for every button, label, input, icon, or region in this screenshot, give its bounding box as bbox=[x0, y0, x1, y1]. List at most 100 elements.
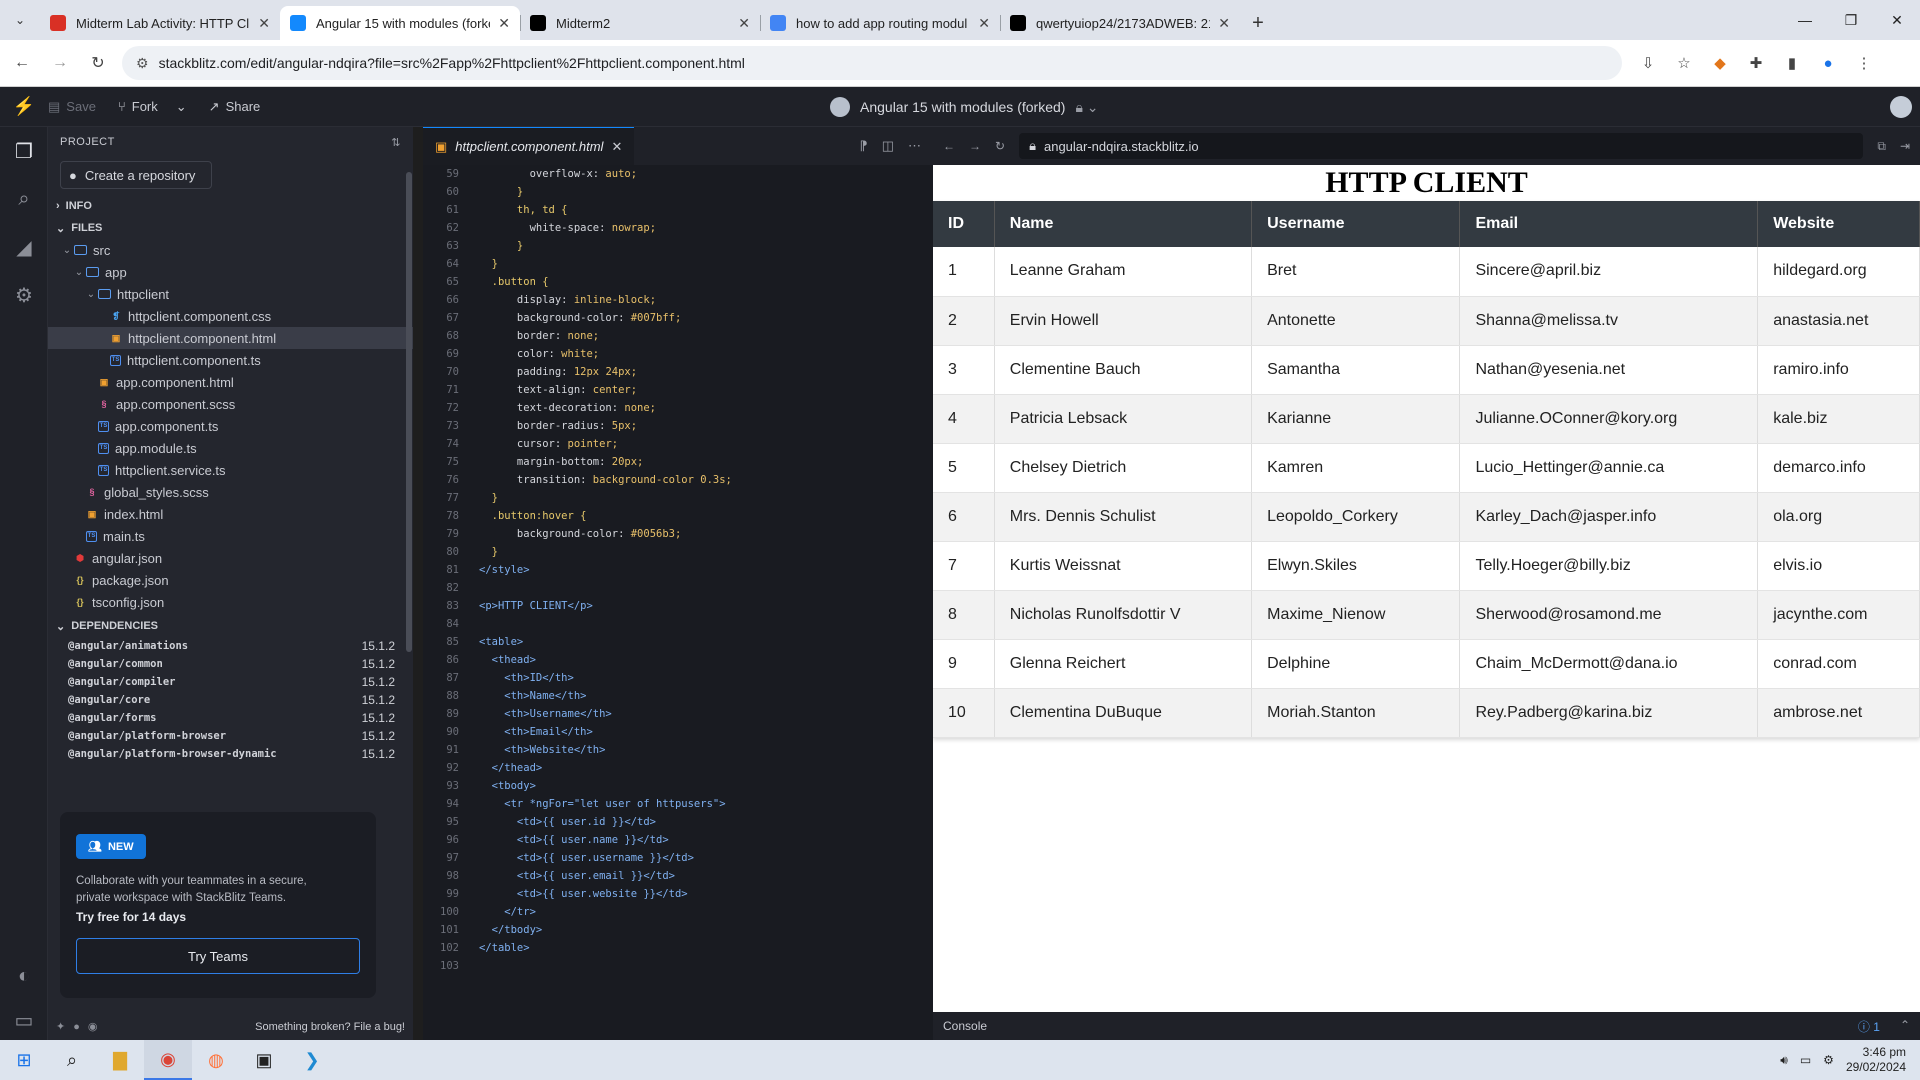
firefox-icon[interactable]: ◍ bbox=[192, 1040, 240, 1080]
fork-button[interactable]: ⑂ Fork ⌄ bbox=[118, 99, 187, 115]
preview-url-field[interactable]: 🔒︎ angular-ndqira.stackblitz.io bbox=[1019, 133, 1864, 159]
settings-tray-icon[interactable]: ⚙ bbox=[1823, 1053, 1834, 1067]
cloud-sync-icon[interactable]: ⇅ bbox=[391, 136, 401, 149]
tree-file[interactable]: § app.component.scss bbox=[48, 393, 413, 415]
theme-toggle-icon[interactable]: ◐ bbox=[0, 952, 48, 1000]
dependency-item[interactable]: @angular/common 15.1.2 bbox=[48, 655, 413, 673]
stackblitz-logo-icon[interactable]: ⚡ bbox=[0, 96, 48, 117]
tree-file[interactable]: ▣ app.component.html bbox=[48, 371, 413, 393]
deploy-icon[interactable]: ◢ bbox=[0, 223, 48, 271]
tree-file[interactable]: TS httpclient.component.ts bbox=[48, 349, 413, 371]
profile-avatar-icon[interactable]: ● bbox=[1816, 51, 1840, 75]
bookmark-star-icon[interactable]: ☆ bbox=[1672, 51, 1696, 75]
metamask-extension-icon[interactable]: ◆ bbox=[1708, 51, 1732, 75]
chrome-icon[interactable]: ◉ bbox=[144, 1040, 192, 1080]
share-button[interactable]: ↗ Share bbox=[209, 99, 261, 115]
network-icon[interactable]: ▭ bbox=[1800, 1053, 1811, 1067]
layout-panel-icon[interactable]: ▭ bbox=[0, 1000, 48, 1040]
preview-back-icon[interactable]: ← bbox=[943, 139, 955, 153]
close-tab-icon[interactable]: ✕ bbox=[258, 15, 270, 32]
tab-search-button[interactable]: ⌄ bbox=[0, 0, 40, 40]
github-footer-icon[interactable]: ● bbox=[73, 1021, 80, 1033]
expand-console-icon[interactable]: ⌃ bbox=[1900, 1018, 1910, 1035]
tree-file[interactable]: {} tsconfig.json bbox=[48, 591, 413, 613]
dependency-item[interactable]: @angular/platform-browser 15.1.2 bbox=[48, 727, 413, 745]
reload-button[interactable]: ↻ bbox=[82, 47, 114, 79]
tree-file[interactable]: TS httpclient.service.ts bbox=[48, 459, 413, 481]
console-bar[interactable]: Console ⓘ 1 ⌃ bbox=[933, 1012, 1920, 1040]
dependencies-section-toggle[interactable]: ⌄ DEPENDENCIES bbox=[48, 615, 413, 637]
tree-file[interactable]: TS main.ts bbox=[48, 525, 413, 547]
browser-tab[interactable]: Angular 15 with modules (forke ✕ bbox=[280, 6, 520, 40]
windows-start-icon[interactable]: ⊞ bbox=[0, 1040, 48, 1080]
split-editor-icon[interactable]: ◫ bbox=[882, 138, 894, 154]
tree-file[interactable]: TS app.module.ts bbox=[48, 437, 413, 459]
tree-file[interactable]: ❡ httpclient.component.css bbox=[48, 305, 413, 327]
dependency-item[interactable]: @angular/platform-browser-dynamic 15.1.2 bbox=[48, 745, 413, 763]
file-explorer-icon[interactable]: ▇ bbox=[96, 1040, 144, 1080]
more-actions-icon[interactable]: ⋯ bbox=[908, 138, 921, 154]
install-app-icon[interactable]: ⇩ bbox=[1636, 51, 1660, 75]
restore-button[interactable]: ❐ bbox=[1828, 0, 1874, 40]
twitter-icon[interactable]: ✦ bbox=[56, 1020, 65, 1033]
sidebar-scrollbar[interactable] bbox=[405, 172, 413, 792]
collapse-preview-icon[interactable]: ⇥ bbox=[1900, 139, 1910, 153]
close-tab-icon[interactable]: ✕ bbox=[978, 15, 990, 32]
code-editor[interactable]: 59 overflow-x: auto; 60 } 61 th, td {62 wh… bbox=[423, 165, 933, 1040]
vscode-icon[interactable]: ❯ bbox=[288, 1040, 336, 1080]
open-in-new-window-icon[interactable]: ⧉ bbox=[1877, 139, 1886, 154]
search-icon[interactable]: ⌕ bbox=[0, 175, 48, 223]
tree-file[interactable]: {} package.json bbox=[48, 569, 413, 591]
info-section-toggle[interactable]: › INFO bbox=[48, 195, 413, 217]
close-window-button[interactable]: ✕ bbox=[1874, 0, 1920, 40]
terminal-icon[interactable]: ▣ bbox=[240, 1040, 288, 1080]
site-info-icon[interactable]: ⚙ bbox=[136, 55, 149, 72]
dependency-item[interactable]: @angular/forms 15.1.2 bbox=[48, 709, 413, 727]
save-button[interactable]: ▤ Save bbox=[48, 99, 96, 115]
url-field[interactable]: ⚙ stackblitz.com/edit/angular-ndqira?fil… bbox=[122, 46, 1622, 80]
settings-gear-icon[interactable]: ⚙ bbox=[0, 271, 48, 319]
close-tab-icon[interactable]: ✕ bbox=[738, 15, 750, 32]
tree-file[interactable]: § global_styles.scss bbox=[48, 481, 413, 503]
user-avatar[interactable] bbox=[1890, 96, 1912, 118]
browser-tab[interactable]: Midterm2 ✕ bbox=[520, 6, 760, 40]
minimize-button[interactable]: — bbox=[1782, 0, 1828, 40]
try-teams-button[interactable]: Try Teams bbox=[76, 938, 360, 975]
tree-file[interactable]: ⬢ angular.json bbox=[48, 547, 413, 569]
lock-icon[interactable]: 🔒︎ ⌄ bbox=[1075, 99, 1098, 116]
browser-tab[interactable]: how to add app routing modul ✕ bbox=[760, 6, 1000, 40]
format-icon[interactable]: ⁋ bbox=[859, 138, 867, 154]
preview-forward-icon[interactable]: → bbox=[969, 139, 981, 153]
close-tab-icon[interactable]: ✕ bbox=[1218, 15, 1230, 32]
browser-menu-icon[interactable]: ⋮ bbox=[1852, 51, 1876, 75]
tree-file[interactable]: TS app.component.ts bbox=[48, 415, 413, 437]
search-taskbar-icon[interactable]: ⌕ bbox=[48, 1040, 96, 1080]
project-title-area[interactable]: Angular 15 with modules (forked) 🔒︎ ⌄ bbox=[830, 87, 1099, 127]
dependency-item[interactable]: @angular/core 15.1.2 bbox=[48, 691, 413, 709]
forward-button[interactable]: → bbox=[44, 47, 76, 79]
fork-dropdown-chevron-icon[interactable]: ⌄ bbox=[176, 99, 187, 115]
discord-icon[interactable]: ◉ bbox=[88, 1020, 98, 1033]
browser-tab[interactable]: Midterm Lab Activity: HTTP Clie ✕ bbox=[40, 6, 280, 40]
close-tab-icon[interactable]: ✕ bbox=[498, 15, 510, 32]
new-tab-button[interactable]: + bbox=[1240, 6, 1276, 40]
console-count[interactable]: ⓘ 1 ⌃ bbox=[1858, 1018, 1910, 1035]
sidebar-scroll-thumb[interactable] bbox=[406, 172, 412, 652]
close-tab-icon[interactable]: ✕ bbox=[611, 139, 622, 155]
side-panel-icon[interactable]: ▮ bbox=[1780, 51, 1804, 75]
browser-tab[interactable]: qwertyuiop24/2173ADWEB: 217 ✕ bbox=[1000, 6, 1240, 40]
files-explorer-icon[interactable]: ❐ bbox=[0, 127, 48, 175]
back-button[interactable]: ← bbox=[6, 47, 38, 79]
tree-folder[interactable]: ⌄ src bbox=[48, 239, 413, 261]
tree-folder[interactable]: ⌄ httpclient bbox=[48, 283, 413, 305]
tree-folder[interactable]: ⌄ app bbox=[48, 261, 413, 283]
preview-reload-icon[interactable]: ↻ bbox=[995, 139, 1005, 153]
extensions-puzzle-icon[interactable]: ✚ bbox=[1744, 51, 1768, 75]
editor-tab-active[interactable]: ▣ httpclient.component.html ✕ bbox=[423, 127, 635, 165]
tree-file[interactable]: ▣ index.html bbox=[48, 503, 413, 525]
speaker-icon[interactable]: 🔊︎ bbox=[1780, 1053, 1788, 1068]
clock[interactable]: 3:46 pm 29/02/2024 bbox=[1846, 1045, 1906, 1075]
files-section-toggle[interactable]: ⌄ FILES bbox=[48, 217, 413, 239]
create-repository-button[interactable]: ● Create a repository bbox=[60, 161, 212, 189]
dependency-item[interactable]: @angular/compiler 15.1.2 bbox=[48, 673, 413, 691]
